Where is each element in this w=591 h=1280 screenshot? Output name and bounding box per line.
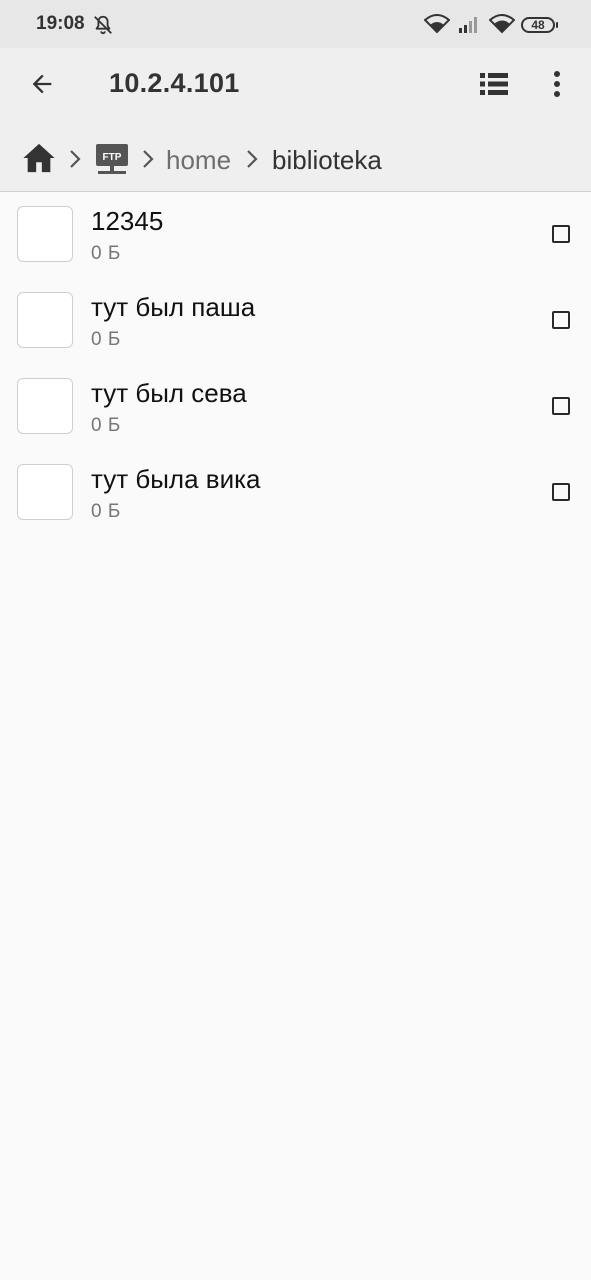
breadcrumb-ftp-server[interactable]: FTP [95, 142, 129, 176]
file-name: тут был сева [91, 378, 247, 408]
file-name: тут была вика [91, 464, 261, 494]
bell-muted-icon [94, 15, 112, 35]
file-name: 12345 [91, 206, 164, 236]
wifi-icon [489, 14, 515, 34]
view-mode-button[interactable] [470, 60, 518, 108]
chevron-right-icon [70, 150, 81, 168]
select-checkbox[interactable] [552, 483, 570, 501]
file-thumbnail [17, 292, 73, 348]
wifi-icon [424, 14, 450, 34]
file-thumbnail [17, 206, 73, 262]
breadcrumb-item-home[interactable]: home [166, 144, 231, 176]
more-vert-icon [554, 71, 560, 97]
file-thumbnail [17, 378, 73, 434]
file-size: 0 Б [91, 329, 121, 350]
file-name: тут был паша [91, 292, 256, 322]
app-toolbar: 10.2.4.101 [0, 48, 591, 128]
select-checkbox[interactable] [552, 311, 570, 329]
home-icon [23, 143, 55, 173]
file-size: 0 Б [91, 501, 121, 522]
battery-indicator: 48 [521, 17, 558, 33]
breadcrumb-item-current[interactable]: biblioteka [272, 144, 382, 176]
file-size: 0 Б [91, 243, 121, 264]
status-time: 19:08 [36, 13, 85, 34]
list-item[interactable]: 12345 0 Б [0, 192, 591, 278]
list-item[interactable]: тут был сева 0 Б [0, 364, 591, 450]
select-checkbox[interactable] [552, 225, 570, 243]
arrow-left-icon [32, 74, 52, 94]
list-view-icon [480, 73, 508, 95]
breadcrumb-home[interactable] [22, 142, 56, 179]
file-size: 0 Б [91, 415, 121, 436]
list-item[interactable]: тут была вика 0 Б [0, 450, 591, 536]
chevron-right-icon [247, 150, 258, 168]
ftp-server-icon: FTP [96, 144, 128, 174]
more-options-button[interactable] [533, 60, 581, 108]
status-bar: 19:08 48 [0, 0, 591, 48]
select-checkbox[interactable] [552, 397, 570, 415]
ftp-label: FTP [103, 152, 122, 163]
chevron-right-icon [143, 150, 154, 168]
file-list: 12345 0 Б тут был паша 0 Б тут был сева … [0, 192, 591, 536]
page-title: 10.2.4.101 [109, 68, 240, 98]
list-item[interactable]: тут был паша 0 Б [0, 278, 591, 364]
breadcrumb: FTP home biblioteka [0, 128, 591, 192]
file-thumbnail [17, 464, 73, 520]
signal-icon [459, 17, 477, 33]
back-button[interactable] [18, 60, 66, 108]
